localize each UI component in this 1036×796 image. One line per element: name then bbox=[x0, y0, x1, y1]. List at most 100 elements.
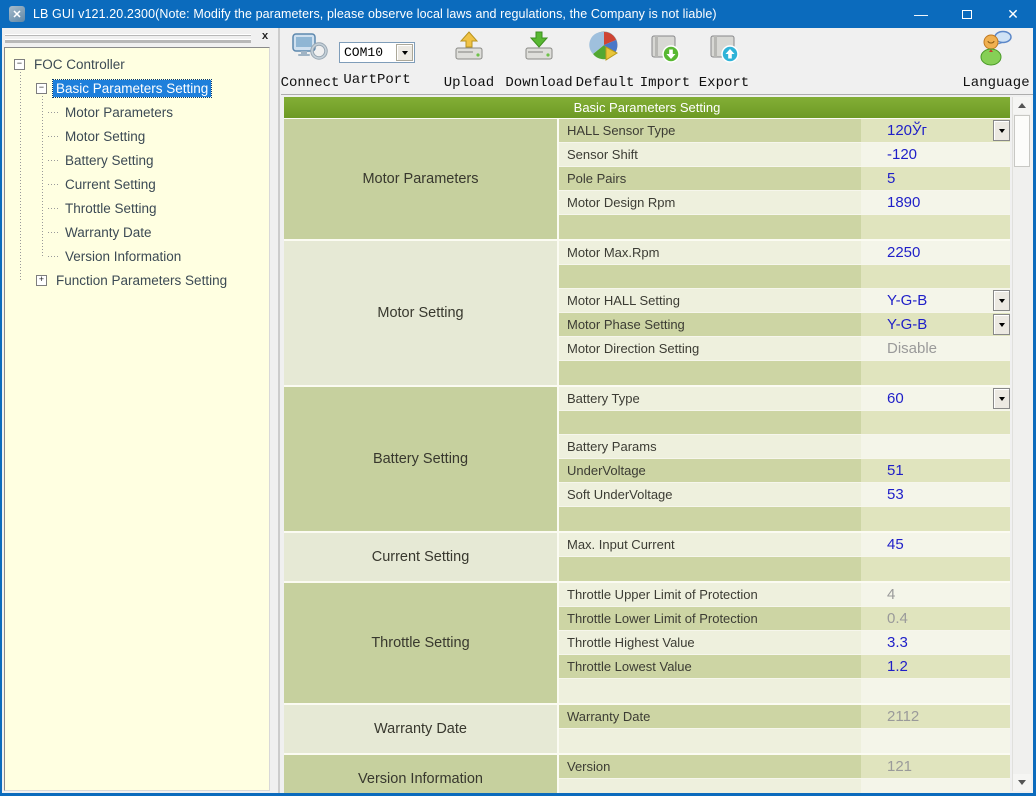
uartport-combobox[interactable]: COM10 bbox=[339, 42, 415, 63]
param-row: Motor Direction SettingDisable bbox=[559, 337, 1010, 361]
group-name: Warranty Date bbox=[284, 705, 559, 753]
chevron-down-icon bbox=[999, 129, 1005, 133]
sidebar-close-button[interactable]: x bbox=[258, 30, 272, 44]
sidebar-splitter[interactable] bbox=[278, 28, 280, 793]
scrollbar-down-button[interactable] bbox=[1013, 774, 1031, 791]
param-value bbox=[861, 679, 1010, 703]
download-button[interactable]: Download bbox=[503, 32, 575, 91]
table-header: Basic Parameters Setting bbox=[284, 97, 1010, 119]
param-value[interactable]: 1.2 bbox=[861, 655, 1010, 678]
tree-item-label[interactable]: Battery Setting bbox=[62, 152, 157, 169]
collapse-icon[interactable]: − bbox=[14, 59, 25, 70]
dropdown-button[interactable] bbox=[993, 290, 1010, 311]
param-value[interactable]: -120 bbox=[861, 143, 1010, 166]
group-name: Throttle Setting bbox=[284, 583, 559, 703]
language-button[interactable]: Language bbox=[961, 32, 1031, 91]
tree-item-function-parameters-setting[interactable]: + Function Parameters Setting bbox=[36, 268, 230, 292]
tree-item-battery-setting[interactable]: Battery Setting bbox=[48, 148, 157, 172]
param-value[interactable]: Disable bbox=[861, 337, 1010, 360]
tree-connector-stub bbox=[48, 208, 58, 209]
tree-item-warranty-date[interactable]: Warranty Date bbox=[48, 220, 155, 244]
tree-item-label[interactable]: Motor Setting bbox=[62, 128, 148, 145]
expand-icon[interactable]: + bbox=[36, 275, 47, 286]
table-scrollbar[interactable] bbox=[1012, 97, 1030, 791]
upload-button[interactable]: Upload bbox=[436, 32, 502, 91]
param-value bbox=[861, 435, 1010, 458]
param-value[interactable]: 2250 bbox=[861, 241, 1010, 264]
param-value[interactable]: 1890 bbox=[861, 191, 1010, 214]
window-title: LB GUI v121.20.2300(Note: Modify the par… bbox=[33, 7, 898, 21]
default-button[interactable]: Default bbox=[574, 32, 636, 91]
param-value[interactable]: 0.4 bbox=[861, 607, 1010, 630]
export-button[interactable]: Export bbox=[695, 32, 753, 91]
maximize-button[interactable] bbox=[944, 0, 990, 28]
param-row bbox=[559, 729, 1010, 753]
import-icon bbox=[646, 29, 684, 72]
tree-item-throttle-setting[interactable]: Throttle Setting bbox=[48, 196, 160, 220]
tree-connector-stub bbox=[48, 184, 58, 185]
tree-item-label[interactable]: Throttle Setting bbox=[62, 200, 160, 217]
param-label: Throttle Highest Value bbox=[559, 631, 861, 654]
tree-connector-stub bbox=[48, 256, 58, 257]
dock-gripper[interactable] bbox=[5, 34, 251, 43]
close-button[interactable]: ✕ bbox=[990, 0, 1036, 28]
param-value[interactable]: 121 bbox=[861, 755, 1010, 778]
connect-button[interactable]: Connect bbox=[283, 32, 337, 91]
tree-item-label[interactable]: Basic Parameters Setting bbox=[53, 80, 211, 97]
param-label: HALL Sensor Type bbox=[559, 119, 861, 142]
param-value[interactable]: 51 bbox=[861, 459, 1010, 482]
tree-connector-line bbox=[42, 90, 43, 256]
param-label bbox=[559, 361, 861, 385]
tree-item-foc-controller[interactable]: −FOC Controller bbox=[14, 52, 128, 76]
param-value[interactable]: Y-G-B bbox=[861, 313, 1010, 336]
param-value[interactable]: 4 bbox=[861, 583, 1010, 606]
param-label: Throttle Upper Limit of Protection bbox=[559, 583, 861, 606]
tree-item-label[interactable]: FOC Controller bbox=[31, 56, 128, 73]
minimize-button[interactable]: — bbox=[898, 0, 944, 28]
scrollbar-thumb[interactable] bbox=[1014, 115, 1030, 167]
param-label: UnderVoltage bbox=[559, 459, 861, 482]
param-value[interactable]: 3.3 bbox=[861, 631, 1010, 654]
dropdown-button[interactable] bbox=[993, 314, 1010, 335]
dropdown-button[interactable] bbox=[993, 388, 1010, 409]
param-value[interactable]: 53 bbox=[861, 483, 1010, 506]
param-value[interactable]: 2112 bbox=[861, 705, 1010, 728]
param-value[interactable]: Y-G-B bbox=[861, 289, 1010, 312]
param-value[interactable]: 60 bbox=[861, 387, 1010, 410]
export-icon bbox=[705, 29, 743, 72]
group-name: Motor Parameters bbox=[284, 119, 559, 239]
tree-item-motor-parameters[interactable]: Motor Parameters bbox=[48, 100, 176, 124]
param-row: Throttle Highest Value3.3 bbox=[559, 631, 1010, 655]
param-row: Warranty Date2112 bbox=[559, 705, 1010, 729]
uartport-dropdown-button[interactable] bbox=[396, 44, 413, 61]
param-row: Motor Design Rpm1890 bbox=[559, 191, 1010, 215]
window-border bbox=[0, 0, 2, 796]
scrollbar-up-button[interactable] bbox=[1013, 97, 1031, 114]
param-label: Battery Type bbox=[559, 387, 861, 410]
param-row: Throttle Upper Limit of Protection4 bbox=[559, 583, 1010, 607]
tree-item-label[interactable]: Function Parameters Setting bbox=[53, 272, 230, 289]
collapse-icon[interactable]: − bbox=[36, 83, 47, 94]
tree-item-motor-setting[interactable]: Motor Setting bbox=[48, 124, 148, 148]
tree-item-label[interactable]: Motor Parameters bbox=[62, 104, 176, 121]
param-value[interactable]: 5 bbox=[861, 167, 1010, 190]
tree-item-basic-parameters-setting[interactable]: −Basic Parameters Setting bbox=[36, 76, 211, 100]
tree-item-label[interactable]: Current Setting bbox=[62, 176, 159, 193]
parameter-group: Battery SettingBattery Type60Battery Par… bbox=[284, 387, 1010, 533]
param-value[interactable]: 45 bbox=[861, 533, 1010, 556]
import-button[interactable]: Import bbox=[636, 32, 694, 91]
param-row bbox=[559, 679, 1010, 703]
tree-item-current-setting[interactable]: Current Setting bbox=[48, 172, 159, 196]
dropdown-button[interactable] bbox=[993, 120, 1010, 141]
tree-item-label[interactable]: Version Information bbox=[62, 248, 184, 265]
param-label: Battery Params bbox=[559, 435, 861, 458]
param-value bbox=[861, 557, 1010, 581]
param-label bbox=[559, 265, 861, 288]
param-row: Sensor Shift-120 bbox=[559, 143, 1010, 167]
param-value[interactable]: 120Ўг bbox=[861, 119, 1010, 142]
tree-item-version-information[interactable]: Version Information bbox=[48, 244, 184, 268]
param-label: Throttle Lower Limit of Protection bbox=[559, 607, 861, 630]
param-row: Battery Type60 bbox=[559, 387, 1010, 411]
tree-item-label[interactable]: Warranty Date bbox=[62, 224, 155, 241]
param-row: Pole Pairs5 bbox=[559, 167, 1010, 191]
